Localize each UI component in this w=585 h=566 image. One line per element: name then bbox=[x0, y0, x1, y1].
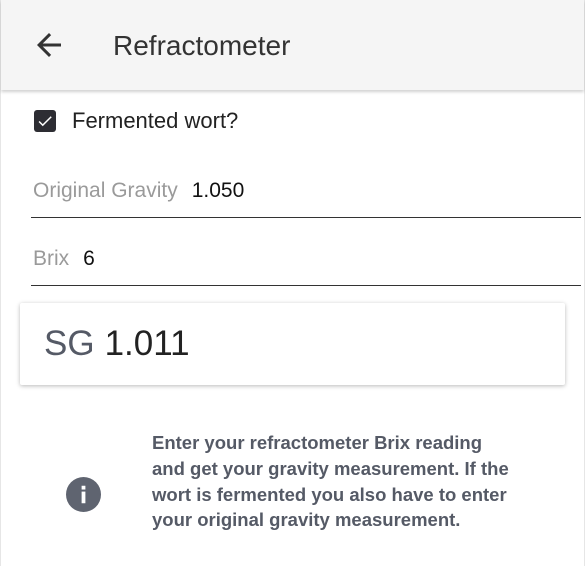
info-text: Enter your refractometer Brix reading an… bbox=[152, 432, 509, 531]
brix-input[interactable] bbox=[83, 247, 284, 271]
back-button[interactable] bbox=[31, 27, 67, 63]
result-prefix: SG bbox=[44, 324, 95, 363]
brix-label: Brix bbox=[33, 247, 70, 270]
checkmark-icon bbox=[38, 116, 52, 127]
fermented-wort-toggle[interactable]: Fermented wort? bbox=[34, 105, 238, 137]
fermented-wort-checkbox[interactable] bbox=[34, 110, 56, 132]
arrow-left-icon bbox=[37, 33, 61, 57]
page-title: Refractometer bbox=[113, 30, 291, 61]
specific-gravity-result-card: SG 1.011 bbox=[20, 303, 565, 385]
result-value: 1.011 bbox=[104, 324, 190, 363]
original-gravity-input[interactable] bbox=[191, 179, 392, 203]
app-bar: Refractometer bbox=[1, 0, 584, 90]
info-icon bbox=[66, 477, 101, 512]
fermented-wort-label: Fermented wort? bbox=[72, 108, 239, 133]
refractometer-screen: Refractometer Fermented wort? Original G… bbox=[0, 0, 585, 566]
original-gravity-label: Original Gravity bbox=[33, 179, 178, 202]
brix-field[interactable]: Brix bbox=[31, 233, 581, 286]
original-gravity-field[interactable]: Original Gravity bbox=[31, 165, 581, 218]
